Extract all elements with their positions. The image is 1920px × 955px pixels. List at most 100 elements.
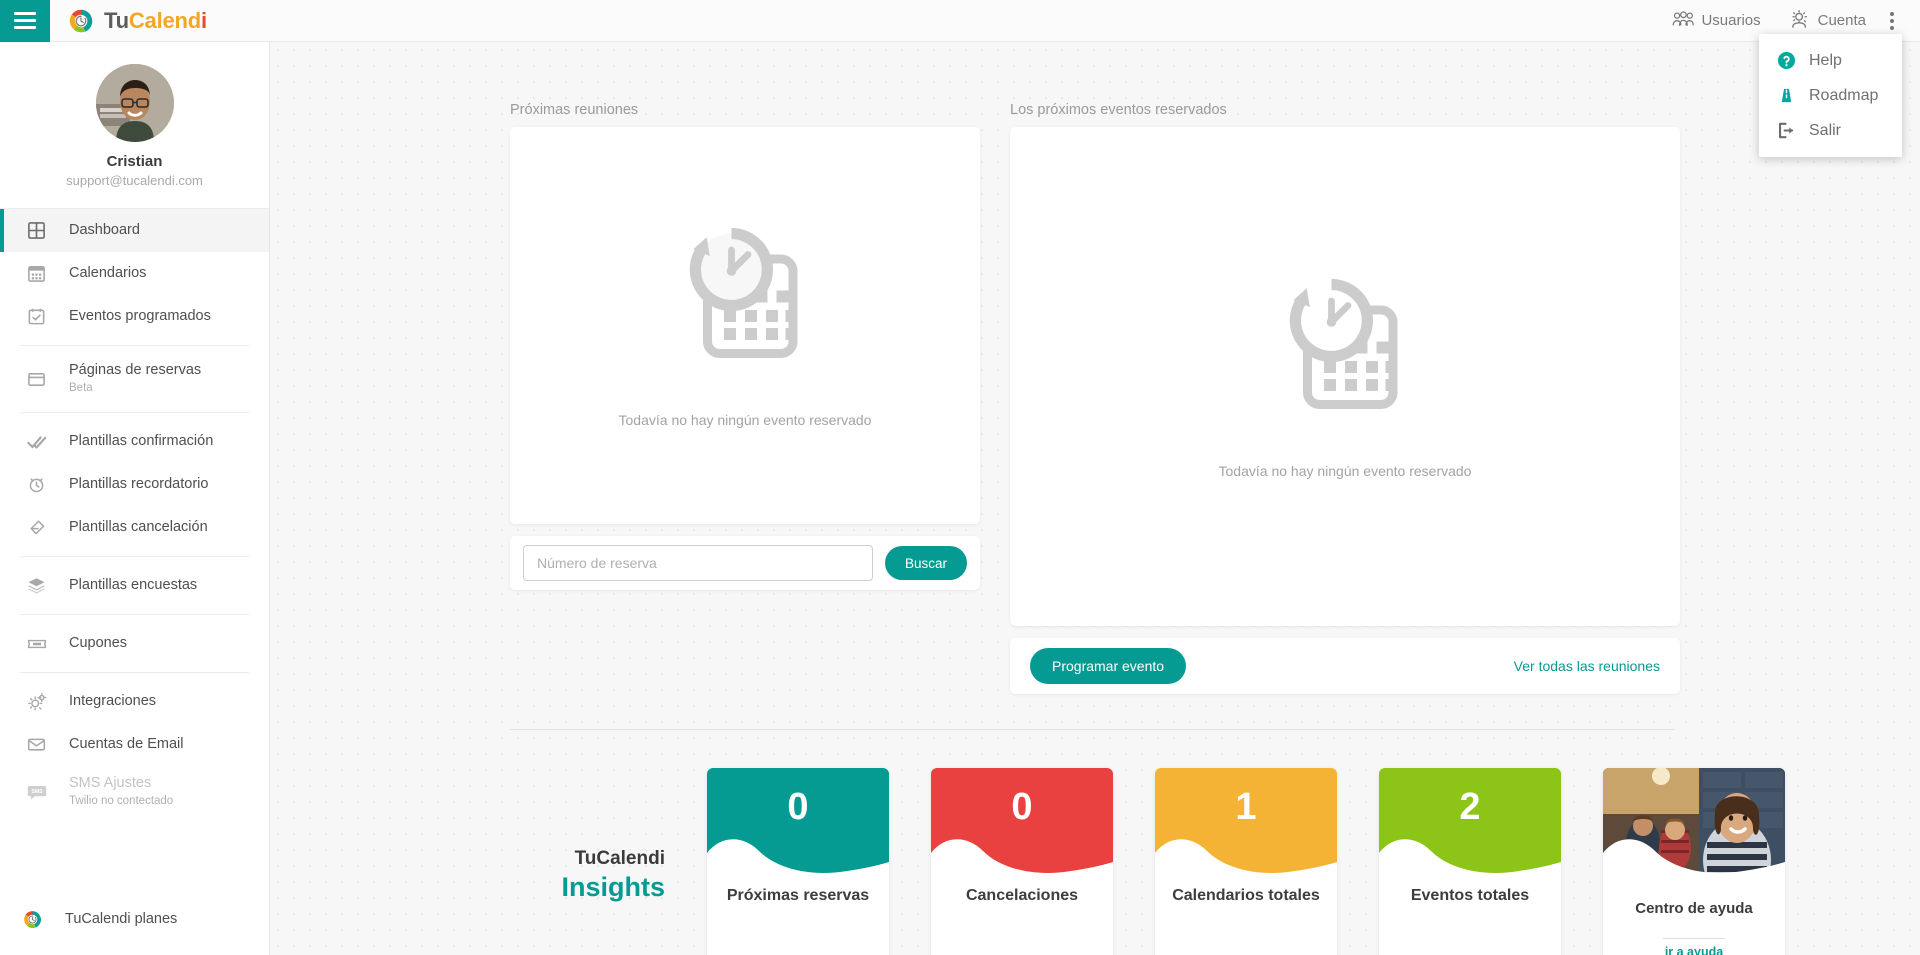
stat-card-label: Eventos totales: [1410, 887, 1530, 904]
sidebar-item-eventos-programados-label: Eventos programados: [69, 307, 211, 324]
sidebar-item-plantillas-encuestas-label: Plantillas encuestas: [69, 576, 198, 593]
top-bar: TuCalendi Usuarios Cuenta: [0, 0, 1920, 42]
hamburger-icon-line: [14, 26, 36, 29]
brand-logo[interactable]: TuCalendi: [67, 7, 207, 35]
menu-item-logout[interactable]: Salir: [1759, 113, 1902, 148]
insights-title-line2: Insights: [561, 872, 665, 902]
calendar-clock-illustration: [1270, 274, 1420, 429]
stat-card-value: 2: [1459, 786, 1481, 828]
sidebar-item-dashboard-label: Dashboard: [69, 221, 140, 238]
sidebar-item-eventos-programados[interactable]: Eventos programados: [0, 295, 269, 338]
events-panel-title: Los próximos eventos reservados: [1010, 102, 1227, 118]
menu-item-help[interactable]: Help: [1759, 43, 1902, 78]
view-all-meetings-link[interactable]: Ver todas las reuniones: [1514, 658, 1660, 674]
menu-item-roadmap[interactable]: Roadmap: [1759, 78, 1902, 113]
stat-card-top: 0: [931, 768, 1113, 877]
svg-text:SMS: SMS: [31, 789, 43, 795]
menu-item-logout-label: Salir: [1809, 121, 1842, 139]
help-card-label: Centro de ayuda: [1635, 900, 1753, 917]
double-check-icon: [26, 431, 47, 452]
sidebar-item-cupones-label: Cupones: [69, 634, 128, 651]
stat-card-cancelaciones[interactable]: 0 Cancelaciones: [931, 768, 1113, 955]
profile-email: support@tucalendi.com: [66, 173, 203, 188]
hamburger-icon-line: [14, 19, 36, 22]
gears-icon: [26, 691, 47, 712]
stat-card-eventos-totales[interactable]: 2 Eventos totales: [1379, 768, 1561, 955]
sidebar-item-sms-ajustes-label: SMS Ajustes: [69, 774, 152, 791]
more-vertical-icon[interactable]: [1880, 11, 1908, 30]
envelope-icon: [26, 734, 47, 755]
sidebar-item-cupones[interactable]: Cupones: [0, 622, 269, 665]
sidebar-item-sms-ajustes[interactable]: SMS SMS Ajustes Twilio no contectado: [0, 766, 269, 818]
sidebar-item-cuentas-de-email[interactable]: Cuentas de Email: [0, 723, 269, 766]
layers-icon: [26, 575, 47, 596]
users-nav-button[interactable]: Usuarios: [1658, 0, 1774, 42]
stat-card-label: Cancelaciones: [965, 887, 1079, 904]
sidebar-item-sms-ajustes-sub: Twilio no contectado: [69, 795, 174, 808]
menu-item-help-label: Help: [1809, 51, 1842, 69]
sidebar-item-tucalendi-planes-label: TuCalendi planes: [65, 911, 178, 927]
kebab-dot: [1890, 11, 1894, 16]
stat-card-label: Próximas reservas: [726, 887, 870, 904]
wave-shape-icon: [1603, 839, 1785, 877]
stat-card-top: [1603, 768, 1785, 877]
reservation-number-input[interactable]: [523, 545, 873, 581]
meetings-panel: Próximas reuniones Todavía no hay ningún…: [510, 102, 980, 694]
sidebar-item-integraciones[interactable]: Integraciones: [0, 680, 269, 723]
search-button[interactable]: Buscar: [884, 546, 967, 580]
sidebar-item-paginas-de-reservas-sub: Beta: [69, 382, 93, 395]
account-dropdown-menu[interactable]: Help Roadmap Salir: [1759, 34, 1902, 157]
events-empty-card: Todavía no hay ningún evento reservado: [1010, 127, 1680, 626]
eraser-icon: [26, 517, 47, 538]
sidebar-item-paginas-de-reservas-label: Páginas de reservas: [69, 361, 202, 378]
wave-shape-icon: [1155, 839, 1337, 877]
calendar-check-icon: [26, 306, 47, 327]
sidebar-item-paginas-de-reservas-labels: Páginas de reservas Beta: [69, 362, 201, 396]
roadmap-icon: [1777, 86, 1796, 105]
stat-card-calendarios-totales[interactable]: 1 Calendarios totales: [1155, 768, 1337, 955]
dashboard-grid-icon: [26, 220, 47, 241]
dashboard-panels: Próximas reuniones Todavía no hay ningún…: [270, 42, 1920, 694]
sidebar-item-plantillas-cancelacion[interactable]: Plantillas cancelación: [0, 506, 269, 549]
events-empty-text: Todavía no hay ningún evento reservado: [1218, 463, 1472, 479]
kebab-dot: [1890, 25, 1894, 30]
sidebar-item-plantillas-recordatorio[interactable]: Plantillas recordatorio: [0, 463, 269, 506]
sidebar-profile[interactable]: Cristian support@tucalendi.com: [0, 42, 269, 209]
sidebar-item-plantillas-recordatorio-label: Plantillas recordatorio: [69, 475, 209, 492]
hamburger-menu-button[interactable]: [0, 0, 50, 42]
profile-name: Cristian: [106, 153, 163, 170]
schedule-event-button[interactable]: Programar evento: [1030, 648, 1187, 684]
sidebar-divider: [20, 672, 249, 673]
wave-shape-icon: [707, 839, 889, 877]
meetings-empty-card: Todavía no hay ningún evento reservado: [510, 127, 980, 524]
sidebar-item-dashboard[interactable]: Dashboard: [0, 209, 269, 252]
wave-shape-icon: [1379, 839, 1561, 877]
insights-title: TuCalendi Insights: [522, 848, 687, 903]
events-actions-bar: Programar evento Ver todas las reuniones: [1010, 638, 1680, 694]
tucalendi-logo-icon: [22, 909, 43, 930]
help-card-link[interactable]: ir a ayuda: [1603, 945, 1785, 955]
help-circle-icon: [1777, 51, 1796, 70]
sidebar-item-cuentas-de-email-label: Cuentas de Email: [69, 735, 184, 752]
stat-card-proximas-reservas[interactable]: 0 Próximas reservas: [707, 768, 889, 955]
stat-card-value: 0: [1011, 786, 1033, 828]
menu-item-roadmap-label: Roadmap: [1809, 86, 1879, 104]
sidebar-item-tucalendi-planes[interactable]: TuCalendi planes: [0, 897, 269, 941]
calendar-icon: [26, 263, 47, 284]
ticket-icon: [26, 633, 47, 654]
sms-bubble-icon: SMS: [26, 782, 47, 803]
stat-card-top: 2: [1379, 768, 1561, 877]
sidebar-divider: [20, 556, 249, 557]
stat-card-top: 0: [707, 768, 889, 877]
sidebar-item-plantillas-encuestas[interactable]: Plantillas encuestas: [0, 564, 269, 607]
help-card-divider: [1663, 938, 1725, 939]
sidebar-item-calendarios[interactable]: Calendarios: [0, 252, 269, 295]
logout-icon: [1777, 121, 1796, 140]
sidebar-item-plantillas-confirmacion[interactable]: Plantillas confirmación: [0, 420, 269, 463]
sidebar-item-plantillas-confirmacion-label: Plantillas confirmación: [69, 432, 214, 449]
gear-people-icon: [1789, 9, 1811, 32]
stat-card-centro-de-ayuda[interactable]: Centro de ayuda ir a ayuda: [1603, 768, 1785, 955]
sidebar-item-paginas-de-reservas[interactable]: Páginas de reservas Beta: [0, 353, 269, 405]
reservation-search-bar: Buscar: [510, 536, 980, 590]
stat-card-label: Calendarios totales: [1172, 887, 1320, 904]
